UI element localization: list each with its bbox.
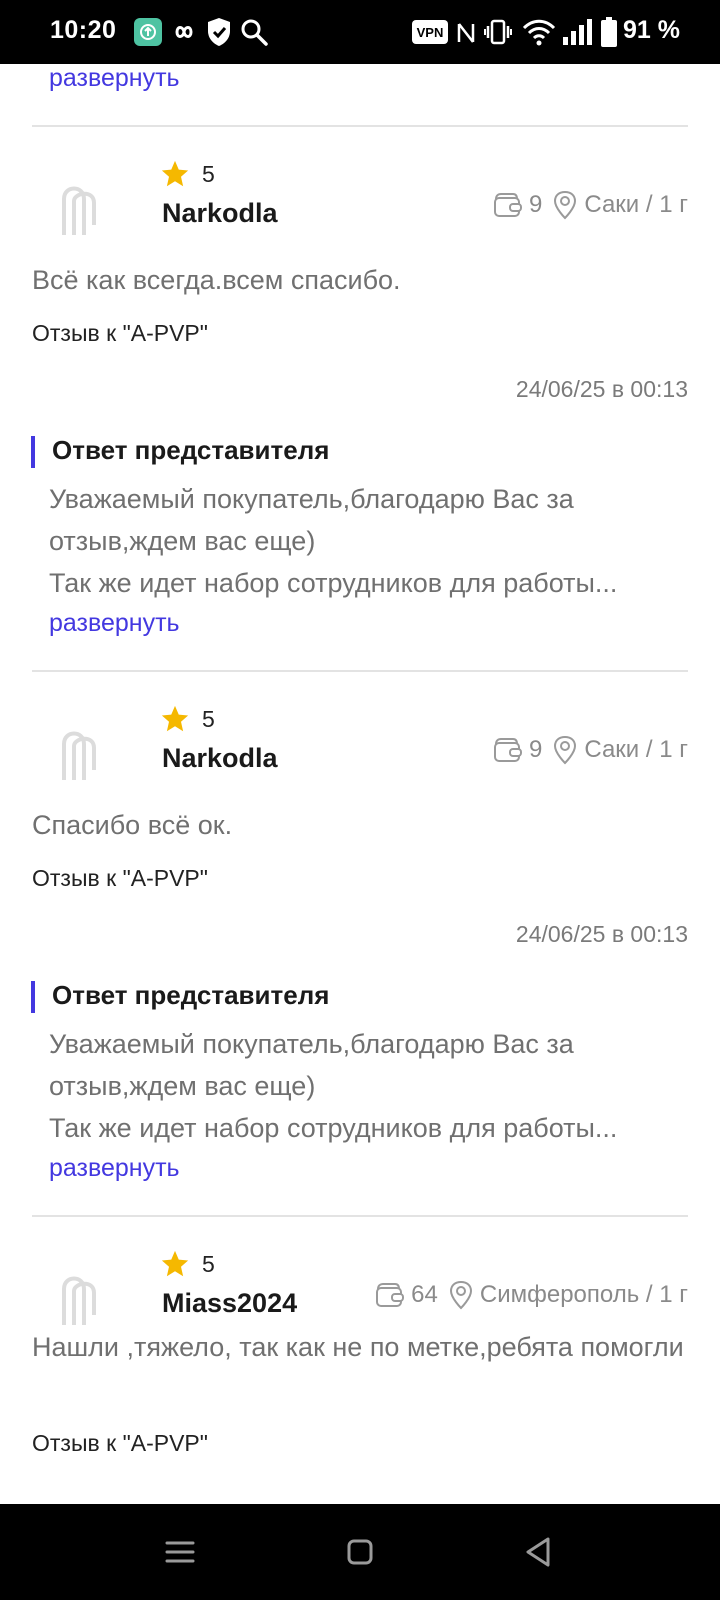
answer-title: Ответ представителя xyxy=(52,435,330,465)
answer-title: Ответ представителя xyxy=(52,980,330,1010)
review-text: Всё как всегда.всем спасибо. xyxy=(32,265,401,295)
vpn-icon: VPN xyxy=(412,20,448,44)
shield-check-icon xyxy=(208,18,230,46)
review-text: Спасибо всё ок. xyxy=(32,810,233,840)
wifi-icon xyxy=(522,19,556,46)
location: Саки / 1 г xyxy=(584,736,688,763)
expand-link[interactable]: развернуть xyxy=(49,64,180,93)
rating-value: 5 xyxy=(202,1251,215,1277)
search-icon xyxy=(241,19,268,46)
signal-icon xyxy=(563,19,592,45)
battery-icon xyxy=(601,17,617,47)
infinity-icon xyxy=(175,26,193,38)
rating-value: 5 xyxy=(202,706,215,732)
review-meta: 64 Симферополь / 1 г xyxy=(375,1278,688,1312)
svg-text:VPN: VPN xyxy=(417,25,444,40)
vibrate-icon xyxy=(484,19,512,45)
battery-percent: 91 % xyxy=(623,16,680,44)
system-nav-bar xyxy=(0,1504,720,1600)
location-pin-icon xyxy=(449,1280,472,1310)
answer-text: Уважаемый покупатель,благодарю Вас за от… xyxy=(49,478,689,604)
star-icon xyxy=(161,705,189,732)
star-icon xyxy=(161,160,189,187)
nfc-icon xyxy=(457,23,475,43)
review-product: Отзыв к "A-PVP" xyxy=(32,865,208,891)
divider xyxy=(32,670,688,672)
answer-line: Так же идет набор сотрудников для работы… xyxy=(49,568,618,598)
answer-accent-bar xyxy=(31,981,35,1013)
username[interactable]: Miass2024 xyxy=(162,1288,297,1319)
username[interactable]: Narkodla xyxy=(162,198,278,229)
avatar-icon xyxy=(62,1276,96,1325)
status-bar: 10:20 VPN 91 % xyxy=(0,0,720,64)
wallet-icon xyxy=(494,193,522,217)
rating-value: 5 xyxy=(202,161,215,187)
orders-count: 9 xyxy=(529,191,543,218)
menu-icon[interactable] xyxy=(162,1534,198,1570)
answer-text: Уважаемый покупатель,благодарю Вас за от… xyxy=(49,1023,689,1149)
answer-accent-bar xyxy=(31,436,35,468)
star-icon xyxy=(161,1250,189,1277)
answer-line: Уважаемый покупатель,благодарю Вас за от… xyxy=(49,1029,574,1101)
review-date: 24/06/25 в 00:13 xyxy=(515,376,688,402)
expand-link[interactable]: развернуть xyxy=(49,609,180,638)
review-product: Отзыв к "A-PVP" xyxy=(32,1430,208,1456)
divider xyxy=(32,125,688,127)
review-product: Отзыв к "A-PVP" xyxy=(32,320,208,346)
orders-count: 9 xyxy=(529,736,543,763)
review-date: 24/06/25 в 00:13 xyxy=(515,921,688,947)
divider xyxy=(32,1215,688,1217)
avatar-icon xyxy=(62,731,96,780)
answer-line: Так же идет набор сотрудников для работы… xyxy=(49,1113,618,1143)
location: Саки / 1 г xyxy=(584,191,688,218)
home-square-icon[interactable] xyxy=(342,1534,378,1570)
wallet-icon xyxy=(494,738,522,762)
avatar-icon xyxy=(62,186,96,235)
answer-line: Уважаемый покупатель,благодарю Вас за от… xyxy=(49,484,574,556)
review-text: Нашли ,тяжело, так как не по метке,ребят… xyxy=(32,1332,684,1362)
review-meta: 9 Саки / 1 г xyxy=(493,733,688,767)
app-icon xyxy=(134,18,162,46)
back-triangle-icon[interactable] xyxy=(520,1534,556,1570)
status-time: 10:20 xyxy=(50,16,117,44)
review-meta: 9 Саки / 1 г xyxy=(493,188,688,222)
username[interactable]: Narkodla xyxy=(162,743,278,774)
wallet-icon xyxy=(376,1283,405,1307)
reviews-list: развернуть 5 Narkodla 9 Саки / 1 г Всё к… xyxy=(0,64,720,1504)
expand-link[interactable]: развернуть xyxy=(49,1154,180,1183)
location-pin-icon xyxy=(554,190,577,220)
orders-count: 64 xyxy=(411,1281,438,1308)
location: Симферополь / 1 г xyxy=(479,1281,688,1308)
location-pin-icon xyxy=(554,735,577,765)
